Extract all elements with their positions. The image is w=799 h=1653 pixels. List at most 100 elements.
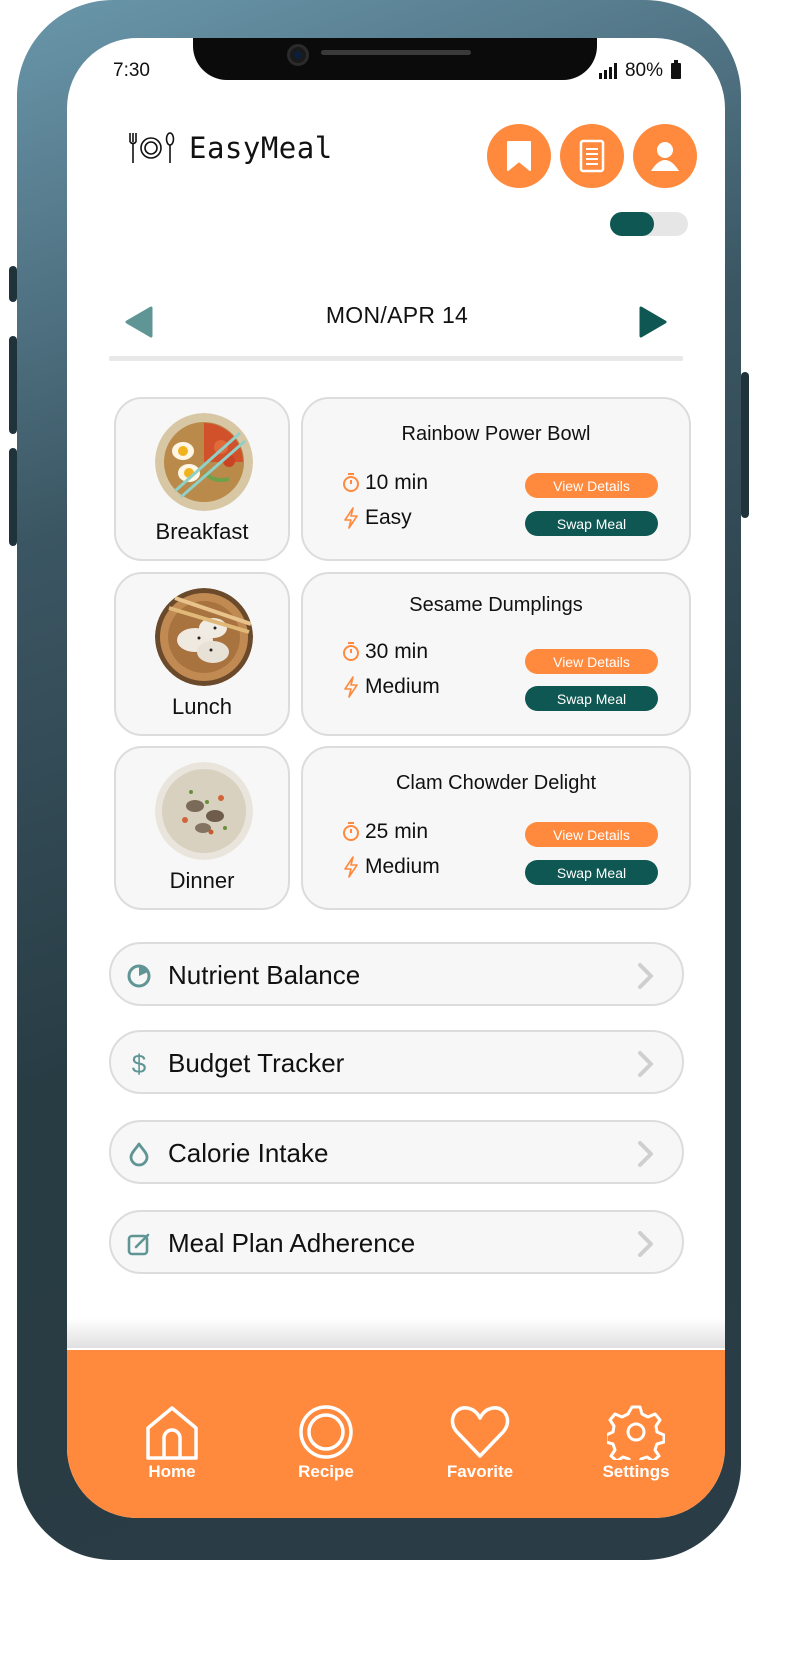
prep-time: 30 min: [341, 640, 428, 664]
view-details-button[interactable]: View Details: [525, 649, 658, 674]
speaker-grille: [321, 50, 471, 55]
nav-label: Recipe: [298, 1462, 354, 1481]
prep-time-value: 30 min: [365, 640, 429, 663]
prep-time: 10 min: [341, 471, 428, 495]
battery-percent: 80%: [624, 60, 663, 81]
arrow-left-icon: [125, 306, 153, 338]
status-time: 7:30: [113, 60, 150, 81]
meal-title: Sesame Dumplings: [409, 594, 583, 616]
toggle-knob: [610, 212, 654, 236]
difficulty-value: Easy: [365, 506, 412, 529]
dinner-photo: [155, 762, 253, 860]
difficulty-value: Medium: [365, 675, 440, 698]
lightning-icon: [344, 856, 358, 878]
nav-label: Home: [148, 1462, 196, 1481]
meal-list-button[interactable]: [560, 124, 624, 188]
home-icon: [146, 1406, 198, 1460]
nav-settings[interactable]: Settings: [581, 1404, 691, 1482]
calorie-intake-row[interactable]: Calorie Intake: [109, 1120, 684, 1184]
stat-label: Budget Tracker: [168, 1048, 345, 1078]
swap-meal-button[interactable]: Swap Meal: [525, 511, 658, 536]
meal-card-breakfast: Rainbow Power Bowl 10 min Easy View Deta…: [301, 397, 691, 561]
meal-type-card-breakfast[interactable]: Breakfast: [114, 397, 290, 561]
volume-up-button: [9, 336, 17, 434]
status-indicators: 80%: [598, 60, 681, 82]
nav-label: Settings: [602, 1462, 670, 1481]
meal-title: Rainbow Power Bowl: [401, 423, 591, 445]
dollar-icon: $: [131, 1048, 147, 1079]
volume-down-button: [9, 448, 17, 546]
bookmark-icon: [507, 141, 531, 171]
date-divider: [109, 356, 683, 361]
arrow-right-icon: [639, 306, 667, 338]
stat-label: Calorie Intake: [168, 1138, 329, 1168]
breakfast-photo: [155, 413, 253, 511]
nav-shadow: [67, 1318, 725, 1348]
meal-type-card-dinner[interactable]: Dinner: [114, 746, 290, 910]
signal-icon: [598, 63, 617, 79]
profile-button[interactable]: [633, 124, 697, 188]
next-day-button[interactable]: [639, 306, 669, 342]
meal-title: Clam Chowder Delight: [395, 772, 597, 794]
pie-chart-icon: [125, 962, 153, 990]
prep-time-value: 25 min: [365, 820, 429, 843]
lunch-photo: [155, 588, 253, 686]
stopwatch-icon: [343, 822, 359, 841]
chevron-right-icon: [638, 1231, 653, 1257]
user-icon: [651, 142, 679, 171]
bookmark-button[interactable]: [487, 124, 551, 188]
previous-day-button[interactable]: [123, 306, 153, 342]
chevron-right-icon: [638, 1051, 653, 1077]
nav-recipe[interactable]: Recipe: [271, 1404, 381, 1482]
swap-meal-button[interactable]: Swap Meal: [525, 686, 658, 711]
prep-time-value: 10 min: [365, 471, 429, 494]
view-toggle[interactable]: [610, 212, 688, 236]
budget-tracker-row[interactable]: $ Budget Tracker: [109, 1030, 684, 1094]
meal-type-label: Dinner: [169, 868, 235, 893]
meal-card-dinner: Clam Chowder Delight 25 min Medium View …: [301, 746, 691, 910]
difficulty: Easy: [341, 506, 412, 530]
recipe-icon: [299, 1405, 353, 1459]
lightning-icon: [344, 507, 358, 529]
difficulty-value: Medium: [365, 855, 440, 878]
stat-label: Nutrient Balance: [168, 960, 361, 990]
difficulty: Medium: [341, 675, 440, 699]
power-button: [741, 372, 749, 518]
nav-favorite[interactable]: Favorite: [425, 1404, 535, 1482]
app-logo: EasyMeal: [127, 130, 333, 166]
chevron-right-icon: [638, 963, 653, 989]
stopwatch-icon: [343, 642, 359, 661]
view-details-button[interactable]: View Details: [525, 822, 658, 847]
view-details-button[interactable]: View Details: [525, 473, 658, 498]
chevron-right-icon: [638, 1141, 653, 1167]
meal-card-lunch: Sesame Dumplings 30 min Medium View Deta…: [301, 572, 691, 736]
nutrient-balance-row[interactable]: Nutrient Balance: [109, 942, 684, 1006]
app-title: EasyMeal: [189, 131, 333, 165]
prep-time: 25 min: [341, 820, 428, 844]
app-screen: 7:30 80% EasyMeal MON/APR 14 Breakfast R…: [67, 38, 725, 1518]
document-list-icon: [579, 139, 605, 173]
edit-square-icon: [125, 1230, 153, 1258]
stopwatch-icon: [343, 473, 359, 492]
cutlery-plate-icon: [129, 132, 175, 163]
bottom-nav: Home Recipe Favorite Settings: [67, 1350, 725, 1518]
meal-type-card-lunch[interactable]: Lunch: [114, 572, 290, 736]
stat-label: Meal Plan Adherence: [168, 1228, 416, 1258]
meal-type-label: Lunch: [172, 694, 232, 719]
notch: [193, 38, 597, 80]
lightning-icon: [344, 676, 358, 698]
nav-label: Favorite: [446, 1462, 514, 1481]
mute-switch: [9, 266, 17, 302]
gear-icon: [607, 1405, 665, 1460]
current-date: MON/APR 14: [325, 302, 469, 328]
swap-meal-button[interactable]: Swap Meal: [525, 860, 658, 885]
phone-frame: 7:30 80% EasyMeal MON/APR 14 Breakfast R…: [9, 0, 749, 1560]
camera-icon: [287, 44, 309, 66]
drop-icon: [125, 1140, 153, 1168]
nav-home[interactable]: Home: [117, 1404, 227, 1482]
difficulty: Medium: [341, 855, 440, 879]
heart-icon: [450, 1406, 510, 1458]
battery-icon: [671, 60, 681, 79]
meal-plan-adherence-row[interactable]: Meal Plan Adherence: [109, 1210, 684, 1274]
meal-type-label: Breakfast: [155, 519, 249, 544]
